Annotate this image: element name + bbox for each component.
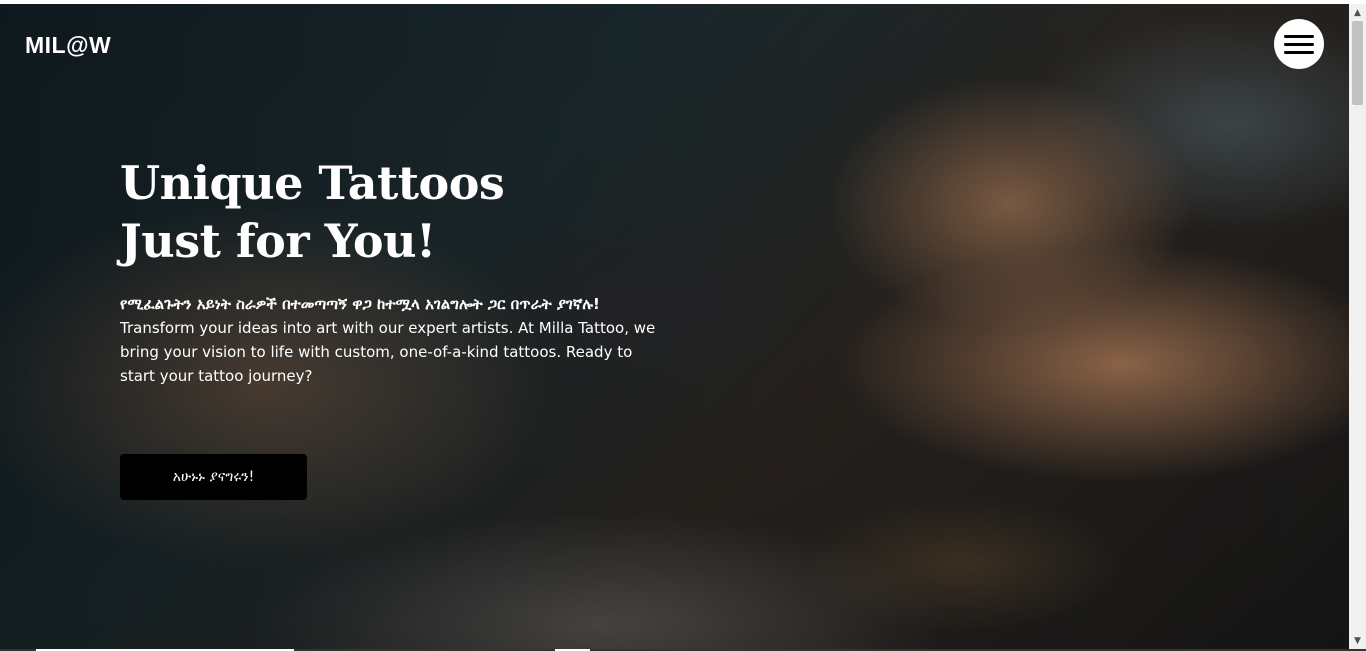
hero-title: Unique Tattoos Just for You! [120, 156, 505, 268]
site-logo[interactable]: MIL@W [25, 32, 111, 59]
scroll-down-icon[interactable]: ▼ [1349, 632, 1366, 649]
hero-description: Transform your ideas into art with our e… [120, 319, 656, 385]
hamburger-menu-icon [1284, 50, 1314, 54]
scrollbar-thumb[interactable] [1352, 21, 1363, 105]
hero-section: MIL@W Unique Tattoos Just for You! የሚፈልጉ… [0, 4, 1349, 649]
hamburger-menu-icon [1284, 34, 1314, 38]
scroll-up-icon[interactable]: ▲ [1349, 4, 1366, 21]
hero-content: Unique Tattoos Just for You! የሚፈልጉትን አይነ… [120, 154, 680, 388]
hero-subtitle: የሚፈልጉትን አይነት ስራዎች በተመጣጣኝ ዋጋ ከተሟላ አገልግሎት … [120, 295, 600, 313]
contact-now-button[interactable]: አሁኑኑ ያናግሩን! [120, 454, 307, 500]
menu-button[interactable] [1274, 19, 1324, 69]
vertical-scrollbar[interactable]: ▲ ▼ [1349, 4, 1366, 649]
hamburger-menu-icon [1284, 42, 1314, 46]
